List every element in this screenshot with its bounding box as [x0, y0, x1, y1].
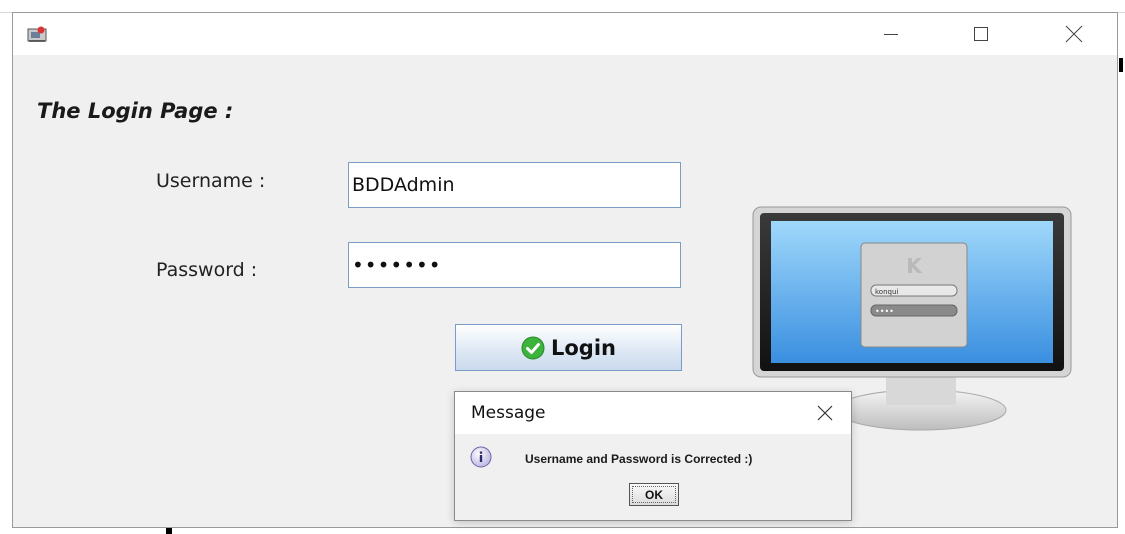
username-label: Username :: [156, 170, 266, 192]
page-title: The Login Page :: [37, 99, 234, 123]
dialog-title-bar: Message: [455, 392, 851, 434]
close-icon: [817, 405, 833, 421]
maximize-button[interactable]: [958, 19, 1004, 49]
screen-username-text: konqui: [875, 288, 898, 296]
username-field[interactable]: BDDAdmin: [348, 162, 681, 208]
minimize-button[interactable]: [868, 19, 914, 49]
login-button-label: Login: [551, 335, 616, 360]
check-icon: [521, 336, 545, 359]
dialog-message: Username and Password is Corrected :): [525, 452, 753, 466]
maximize-icon: [974, 27, 988, 41]
background-fragment: [1119, 58, 1123, 72]
password-label: Password :: [156, 259, 258, 281]
info-icon: [470, 446, 492, 468]
title-bar: [13, 13, 1117, 55]
svg-text:K: K: [906, 254, 923, 278]
minimize-icon: [884, 34, 898, 35]
password-field[interactable]: •••••••: [348, 242, 681, 288]
login-window: The Login Page : Username : BDDAdmin Pas…: [12, 12, 1118, 528]
dialog-title: Message: [471, 403, 546, 423]
java-app-icon: [27, 26, 47, 42]
login-button[interactable]: Login: [455, 324, 682, 371]
dialog-close-button[interactable]: [813, 401, 837, 425]
screen-password-text: ••••: [875, 307, 894, 316]
message-dialog: Message Username and Password is Correct…: [454, 391, 852, 521]
close-button[interactable]: [1051, 19, 1097, 49]
close-icon: [1065, 25, 1083, 43]
ok-button[interactable]: OK: [629, 483, 679, 506]
